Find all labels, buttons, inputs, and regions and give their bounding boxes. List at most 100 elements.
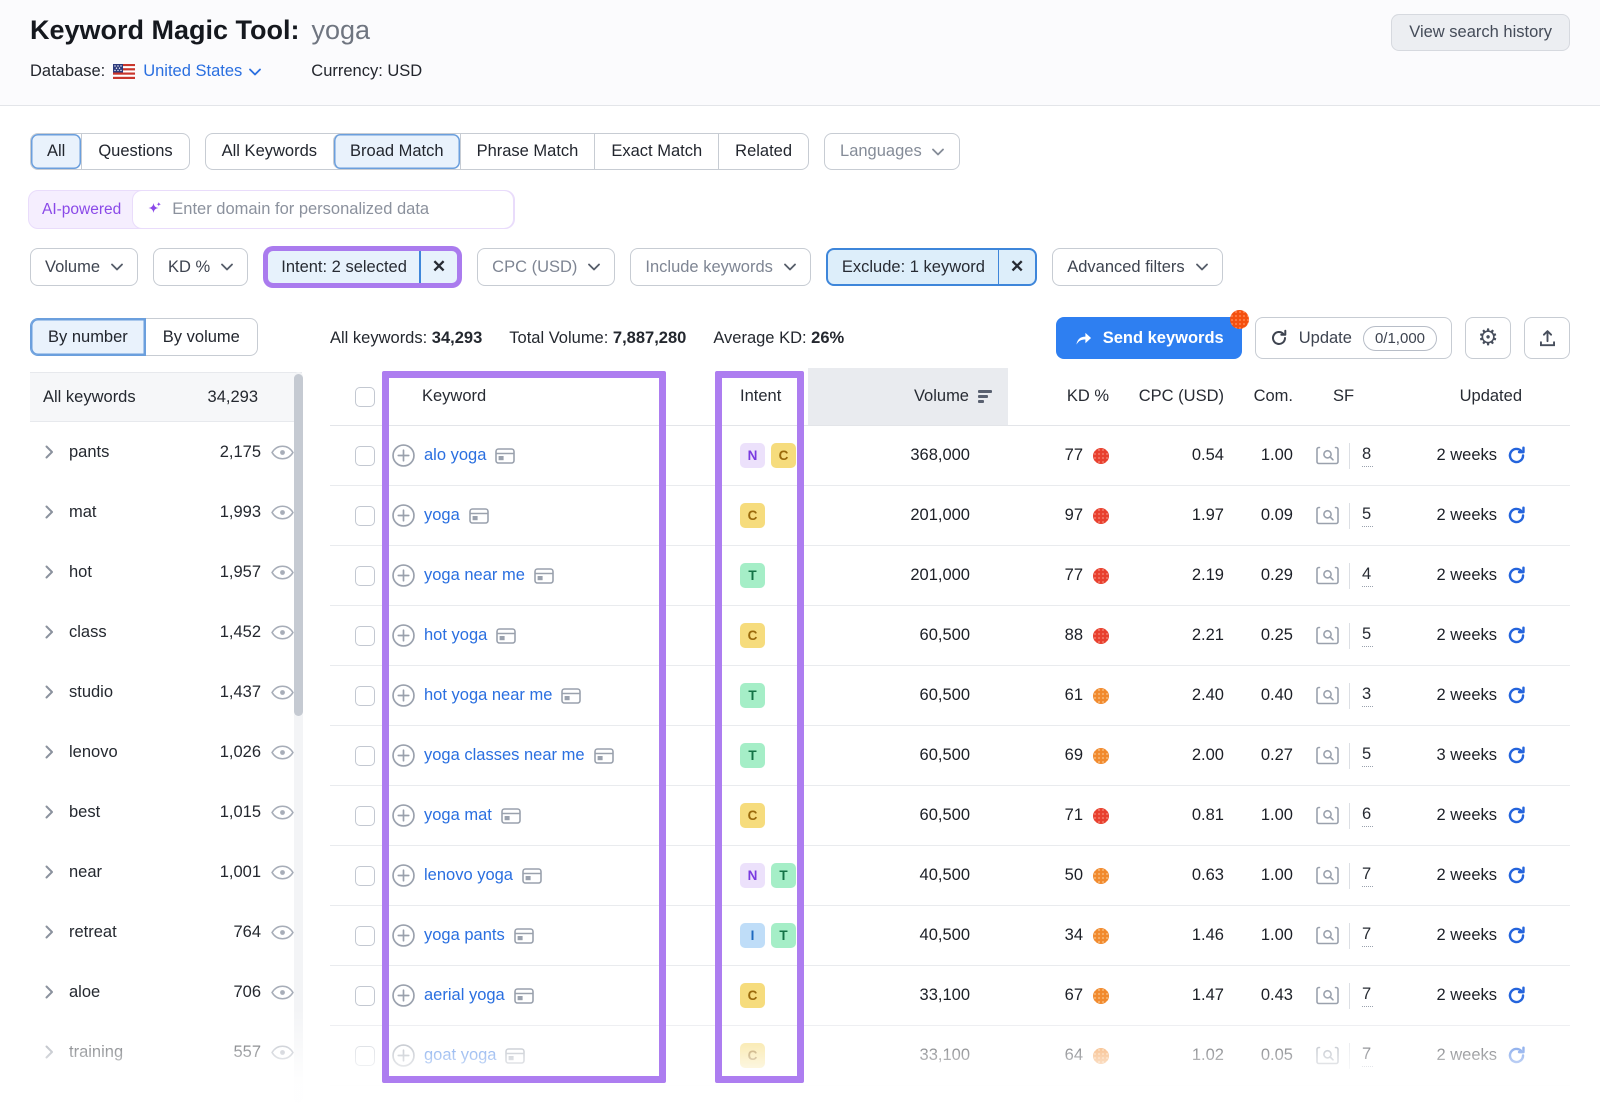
keyword-link[interactable]: aerial yoga [424, 986, 505, 1005]
keyword-link[interactable]: goat yoga [424, 1046, 496, 1065]
keyword-group-row[interactable]: retreat 764 [30, 902, 302, 962]
chevron-right-icon[interactable] [45, 925, 54, 939]
keyword-link[interactable]: yoga near me [424, 566, 525, 585]
column-header-sf[interactable]: SF [1313, 387, 1418, 406]
filter-volume[interactable]: Volume [30, 248, 138, 286]
add-keyword-icon[interactable] [392, 624, 415, 647]
tab-by-number[interactable]: By number [30, 318, 146, 356]
serp-features-preview-icon[interactable] [1316, 686, 1339, 705]
add-keyword-icon[interactable] [392, 924, 415, 947]
keyword-group-row[interactable]: studio 1,437 [30, 662, 302, 722]
eye-icon[interactable] [271, 745, 294, 760]
row-checkbox[interactable] [355, 566, 375, 586]
serp-features-preview-icon[interactable] [1316, 1046, 1339, 1065]
sf-count[interactable]: 3 [1362, 685, 1373, 707]
keyword-link[interactable]: hot yoga [424, 626, 487, 645]
refresh-metrics-icon[interactable] [1507, 926, 1526, 945]
tab-all[interactable]: All [31, 134, 81, 169]
add-keyword-icon[interactable] [392, 444, 415, 467]
chevron-right-icon[interactable] [45, 805, 54, 819]
serp-features-preview-icon[interactable] [1316, 626, 1339, 645]
keyword-link[interactable]: yoga [424, 506, 460, 525]
eye-icon[interactable] [271, 985, 294, 1000]
tab-exact-match[interactable]: Exact Match [594, 134, 718, 169]
sf-count[interactable]: 4 [1362, 565, 1373, 587]
serp-features-preview-icon[interactable] [1316, 806, 1339, 825]
view-search-history-button[interactable]: View search history [1391, 14, 1570, 51]
serp-card-icon[interactable] [594, 748, 614, 764]
serp-card-icon[interactable] [501, 808, 521, 824]
tab-questions[interactable]: Questions [81, 134, 188, 169]
column-header-cpc[interactable]: CPC (USD) [1123, 387, 1238, 406]
eye-icon[interactable] [271, 925, 294, 940]
row-checkbox[interactable] [355, 686, 375, 706]
column-header-updated[interactable]: Updated [1418, 387, 1570, 406]
keyword-link[interactable]: yoga classes near me [424, 746, 585, 765]
database-selector[interactable]: United States [143, 62, 261, 81]
refresh-metrics-icon[interactable] [1507, 806, 1526, 825]
serp-card-icon[interactable] [522, 868, 542, 884]
chevron-right-icon[interactable] [45, 985, 54, 999]
settings-button[interactable]: ⚙ [1465, 317, 1511, 359]
column-header-volume[interactable]: Volume [808, 368, 1008, 425]
sf-count[interactable]: 5 [1362, 745, 1373, 767]
sf-count[interactable]: 6 [1362, 805, 1373, 827]
eye-icon[interactable] [271, 445, 294, 460]
column-header-intent[interactable]: Intent [713, 387, 808, 406]
keyword-group-row[interactable]: training 557 [30, 1022, 302, 1082]
eye-icon[interactable] [271, 625, 294, 640]
row-checkbox[interactable] [355, 986, 375, 1006]
tab-by-volume[interactable]: By volume [146, 318, 258, 356]
eye-icon[interactable] [271, 805, 294, 820]
serp-card-icon[interactable] [505, 1048, 525, 1064]
serp-card-icon[interactable] [561, 688, 581, 704]
tab-related[interactable]: Related [718, 134, 808, 169]
row-checkbox[interactable] [355, 626, 375, 646]
sf-count[interactable]: 7 [1362, 865, 1373, 887]
sidebar-scrollbar[interactable] [294, 372, 303, 1103]
serp-card-icon[interactable] [514, 928, 534, 944]
refresh-metrics-icon[interactable] [1507, 746, 1526, 765]
sf-count[interactable]: 7 [1362, 1045, 1373, 1067]
keyword-group-row[interactable]: hot 1,957 [30, 542, 302, 602]
filter-intent[interactable]: Intent: 2 selected ✕ [268, 251, 457, 283]
eye-icon[interactable] [271, 685, 294, 700]
refresh-metrics-icon[interactable] [1507, 626, 1526, 645]
tab-broad-match[interactable]: Broad Match [333, 134, 460, 169]
add-keyword-icon[interactable] [392, 684, 415, 707]
chevron-right-icon[interactable] [45, 1045, 54, 1059]
keyword-link[interactable]: lenovo yoga [424, 866, 513, 885]
eye-icon[interactable] [271, 505, 294, 520]
send-keywords-button[interactable]: Send keywords [1056, 317, 1242, 359]
refresh-metrics-icon[interactable] [1507, 686, 1526, 705]
serp-card-icon[interactable] [495, 448, 515, 464]
serp-card-icon[interactable] [514, 988, 534, 1004]
all-keywords-row[interactable]: All keywords 34,293 [30, 372, 302, 422]
refresh-metrics-icon[interactable] [1507, 506, 1526, 525]
sf-count[interactable]: 7 [1362, 925, 1373, 947]
add-keyword-icon[interactable] [392, 984, 415, 1007]
filter-include-keywords[interactable]: Include keywords [630, 248, 810, 286]
tab-phrase-match[interactable]: Phrase Match [460, 134, 595, 169]
serp-features-preview-icon[interactable] [1316, 866, 1339, 885]
serp-features-preview-icon[interactable] [1316, 986, 1339, 1005]
column-header-kd[interactable]: KD % [1008, 387, 1123, 406]
add-keyword-icon[interactable] [392, 744, 415, 767]
update-button[interactable]: Update 0/1,000 [1255, 317, 1452, 359]
chevron-right-icon[interactable] [45, 685, 54, 699]
refresh-metrics-icon[interactable] [1507, 446, 1526, 465]
keyword-link[interactable]: yoga mat [424, 806, 492, 825]
eye-icon[interactable] [271, 1045, 294, 1060]
select-all-checkbox[interactable] [355, 387, 375, 407]
row-checkbox[interactable] [355, 506, 375, 526]
row-checkbox[interactable] [355, 1046, 375, 1066]
sidebar-scrollbar-thumb[interactable] [294, 374, 303, 716]
serp-card-icon[interactable] [469, 508, 489, 524]
serp-features-preview-icon[interactable] [1316, 746, 1339, 765]
keyword-group-row[interactable]: near 1,001 [30, 842, 302, 902]
sf-count[interactable]: 5 [1362, 505, 1373, 527]
clear-exclude-filter-icon[interactable]: ✕ [999, 257, 1035, 277]
row-checkbox[interactable] [355, 866, 375, 886]
sf-count[interactable]: 8 [1362, 445, 1373, 467]
serp-features-preview-icon[interactable] [1316, 506, 1339, 525]
